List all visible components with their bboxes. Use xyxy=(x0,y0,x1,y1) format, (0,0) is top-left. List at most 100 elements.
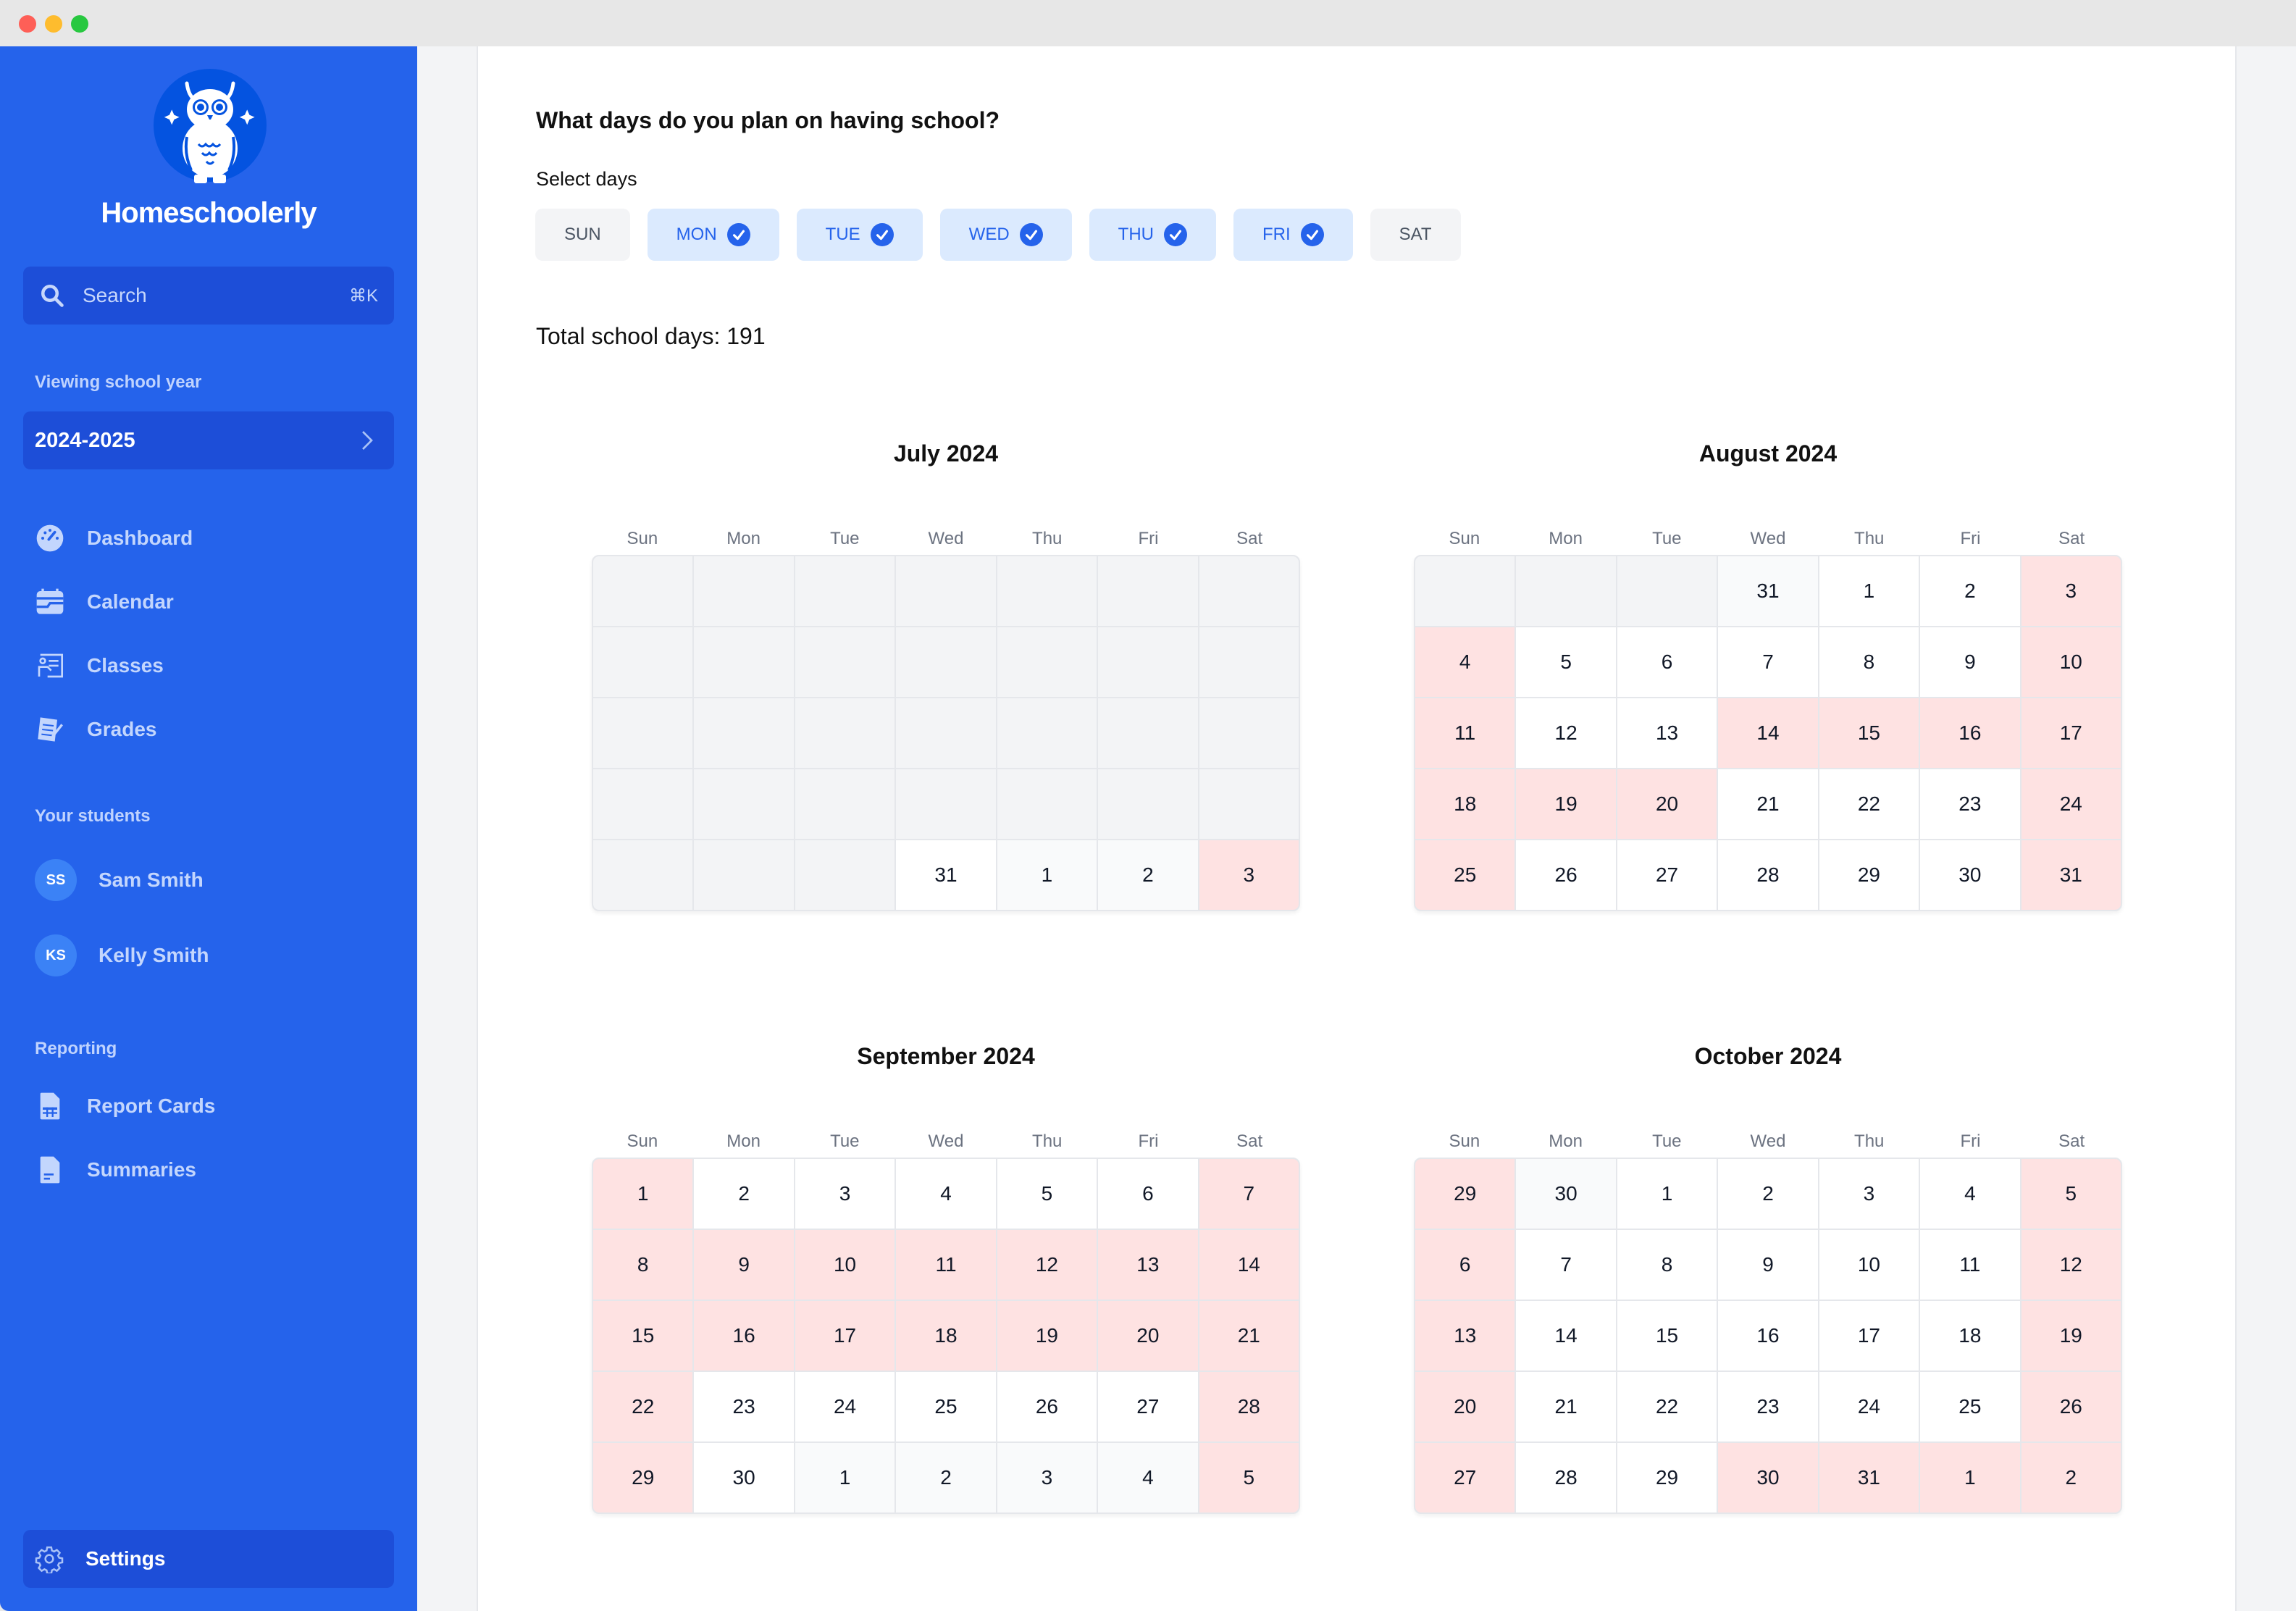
calendar-day-cell[interactable]: 5 xyxy=(1516,627,1616,697)
calendar-day-cell[interactable]: 23 xyxy=(1718,1372,1818,1441)
calendar-day-cell[interactable]: 29 xyxy=(1617,1443,1717,1512)
calendar-day-cell[interactable]: 13 xyxy=(1617,698,1717,768)
calendar-day-cell[interactable]: 18 xyxy=(896,1301,996,1371)
calendar-day-cell[interactable]: 30 xyxy=(1718,1443,1818,1512)
calendar-day-cell[interactable]: 1 xyxy=(997,840,1097,910)
calendar-day-cell[interactable]: 28 xyxy=(1199,1372,1299,1441)
calendar-day-cell[interactable]: 6 xyxy=(1415,1230,1515,1300)
calendar-day-cell[interactable]: 16 xyxy=(694,1301,794,1371)
day-toggle-thu[interactable]: THU xyxy=(1089,209,1216,261)
calendar-day-cell[interactable]: 20 xyxy=(1415,1372,1515,1441)
calendar-day-cell[interactable]: 22 xyxy=(593,1372,693,1441)
calendar-day-cell[interactable]: 21 xyxy=(1199,1301,1299,1371)
calendar-day-cell[interactable]: 11 xyxy=(1415,698,1515,768)
calendar-day-cell[interactable]: 31 xyxy=(896,840,996,910)
calendar-day-cell[interactable]: 25 xyxy=(1920,1372,2020,1441)
calendar-day-cell[interactable]: 6 xyxy=(1098,1159,1198,1229)
calendar-day-cell[interactable]: 11 xyxy=(1920,1230,2020,1300)
search-input[interactable]: Search ⌘K xyxy=(23,267,394,325)
calendar-day-cell[interactable]: 11 xyxy=(896,1230,996,1300)
calendar-day-cell[interactable]: 29 xyxy=(1415,1159,1515,1229)
calendar-day-cell[interactable]: 1 xyxy=(593,1159,693,1229)
student-kelly-smith[interactable]: KS Kelly Smith xyxy=(35,934,382,977)
calendar-day-cell[interactable]: 23 xyxy=(694,1372,794,1441)
calendar-day-cell[interactable]: 9 xyxy=(1920,627,2020,697)
calendar-day-cell[interactable]: 19 xyxy=(2021,1301,2121,1371)
calendar-day-cell[interactable]: 20 xyxy=(1098,1301,1198,1371)
sidebar-item-grades[interactable]: Grades xyxy=(35,709,382,750)
calendar-day-cell[interactable]: 29 xyxy=(593,1443,693,1512)
sidebar-item-report-cards[interactable]: Report Cards xyxy=(35,1086,382,1126)
calendar-day-cell[interactable]: 6 xyxy=(1617,627,1717,697)
day-toggle-mon[interactable]: MON xyxy=(647,209,779,261)
calendar-day-cell[interactable]: 4 xyxy=(1415,627,1515,697)
calendar-day-cell[interactable]: 28 xyxy=(1718,840,1818,910)
calendar-day-cell[interactable]: 9 xyxy=(694,1230,794,1300)
calendar-day-cell[interactable]: 28 xyxy=(1516,1443,1616,1512)
window-minimize-button[interactable] xyxy=(45,15,62,33)
calendar-day-cell[interactable]: 14 xyxy=(1199,1230,1299,1300)
calendar-day-cell[interactable]: 8 xyxy=(1617,1230,1717,1300)
calendar-day-cell[interactable]: 1 xyxy=(795,1443,895,1512)
student-sam-smith[interactable]: SS Sam Smith xyxy=(35,858,382,902)
calendar-day-cell[interactable]: 27 xyxy=(1617,840,1717,910)
calendar-day-cell[interactable]: 14 xyxy=(1516,1301,1616,1371)
settings-button[interactable]: Settings xyxy=(23,1530,394,1588)
calendar-day-cell[interactable]: 14 xyxy=(1718,698,1818,768)
day-toggle-tue[interactable]: TUE xyxy=(796,209,923,261)
calendar-day-cell[interactable]: 7 xyxy=(1516,1230,1616,1300)
calendar-day-cell[interactable]: 2 xyxy=(2021,1443,2121,1512)
calendar-day-cell[interactable]: 13 xyxy=(1415,1301,1515,1371)
sidebar-item-dashboard[interactable]: Dashboard xyxy=(35,518,382,558)
calendar-day-cell[interactable]: 12 xyxy=(1516,698,1616,768)
calendar-day-cell[interactable]: 24 xyxy=(2021,769,2121,839)
calendar-day-cell[interactable]: 4 xyxy=(1920,1159,2020,1229)
day-toggle-sat[interactable]: SAT xyxy=(1370,209,1461,261)
sidebar-item-calendar[interactable]: Calendar xyxy=(35,582,382,622)
calendar-day-cell[interactable]: 12 xyxy=(997,1230,1097,1300)
calendar-day-cell[interactable]: 13 xyxy=(1098,1230,1198,1300)
calendar-day-cell[interactable]: 9 xyxy=(1718,1230,1818,1300)
calendar-day-cell[interactable]: 24 xyxy=(1819,1372,1919,1441)
calendar-day-cell[interactable]: 4 xyxy=(1098,1443,1198,1512)
calendar-day-cell[interactable]: 19 xyxy=(997,1301,1097,1371)
calendar-day-cell[interactable]: 16 xyxy=(1718,1301,1818,1371)
calendar-day-cell[interactable]: 15 xyxy=(593,1301,693,1371)
calendar-day-cell[interactable]: 17 xyxy=(795,1301,895,1371)
calendar-day-cell[interactable]: 12 xyxy=(2021,1230,2121,1300)
calendar-day-cell[interactable]: 2 xyxy=(896,1443,996,1512)
calendar-day-cell[interactable]: 2 xyxy=(1098,840,1198,910)
calendar-day-cell[interactable]: 25 xyxy=(1415,840,1515,910)
window-close-button[interactable] xyxy=(19,15,36,33)
calendar-day-cell[interactable]: 7 xyxy=(1199,1159,1299,1229)
calendar-day-cell[interactable]: 7 xyxy=(1718,627,1818,697)
calendar-day-cell[interactable]: 8 xyxy=(1819,627,1919,697)
calendar-day-cell[interactable]: 3 xyxy=(997,1443,1097,1512)
calendar-day-cell[interactable]: 27 xyxy=(1415,1443,1515,1512)
calendar-day-cell[interactable]: 30 xyxy=(694,1443,794,1512)
calendar-day-cell[interactable]: 2 xyxy=(1920,556,2020,626)
calendar-day-cell[interactable]: 2 xyxy=(694,1159,794,1229)
calendar-day-cell[interactable]: 3 xyxy=(795,1159,895,1229)
calendar-day-cell[interactable]: 1 xyxy=(1617,1159,1717,1229)
calendar-day-cell[interactable]: 8 xyxy=(593,1230,693,1300)
calendar-day-cell[interactable]: 3 xyxy=(2021,556,2121,626)
calendar-day-cell[interactable]: 5 xyxy=(1199,1443,1299,1512)
calendar-day-cell[interactable]: 3 xyxy=(1819,1159,1919,1229)
sidebar-item-summaries[interactable]: Summaries xyxy=(35,1150,382,1190)
calendar-day-cell[interactable]: 19 xyxy=(1516,769,1616,839)
calendar-day-cell[interactable]: 15 xyxy=(1819,698,1919,768)
calendar-day-cell[interactable]: 5 xyxy=(2021,1159,2121,1229)
calendar-day-cell[interactable]: 25 xyxy=(896,1372,996,1441)
calendar-day-cell[interactable]: 22 xyxy=(1819,769,1919,839)
calendar-day-cell[interactable]: 20 xyxy=(1617,769,1717,839)
calendar-day-cell[interactable]: 3 xyxy=(1199,840,1299,910)
calendar-day-cell[interactable]: 1 xyxy=(1819,556,1919,626)
school-year-selector[interactable]: 2024-2025 xyxy=(23,411,394,469)
calendar-day-cell[interactable]: 21 xyxy=(1516,1372,1616,1441)
calendar-day-cell[interactable]: 15 xyxy=(1617,1301,1717,1371)
calendar-day-cell[interactable]: 31 xyxy=(1718,556,1818,626)
window-zoom-button[interactable] xyxy=(71,15,88,33)
calendar-day-cell[interactable]: 31 xyxy=(2021,840,2121,910)
calendar-day-cell[interactable]: 4 xyxy=(896,1159,996,1229)
